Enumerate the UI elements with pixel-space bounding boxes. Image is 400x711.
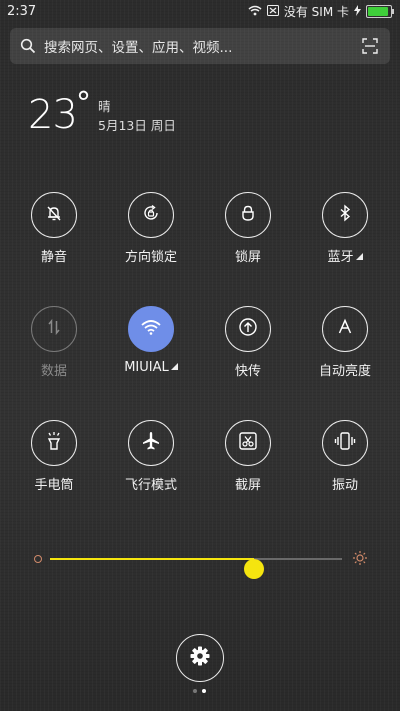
weather-widget[interactable]: 23 ° — [28, 86, 91, 138]
toggle-silent[interactable]: 静音 — [6, 192, 102, 265]
toggle-label: 手电筒 — [34, 478, 74, 493]
quick-transfer-icon — [237, 316, 259, 342]
page-dot-current — [202, 689, 206, 693]
search-icon — [20, 38, 36, 54]
temperature: 23 — [28, 92, 78, 138]
toggle-bluetooth[interactable]: 蓝牙 — [297, 192, 393, 265]
rotation-lock-icon — [141, 203, 161, 227]
search-bar[interactable]: 搜索网页、设置、应用、视频... — [10, 28, 390, 64]
screenshot-button[interactable] — [225, 420, 271, 466]
degree-symbol: ° — [76, 86, 91, 121]
brightness-fill — [50, 558, 255, 560]
auto-brightness-icon — [335, 317, 355, 341]
auto-brightness-button[interactable] — [322, 306, 368, 352]
rotation-lock-button[interactable] — [128, 192, 174, 238]
toggle-mobile-data[interactable]: 数据 — [6, 306, 102, 379]
vibrate-button[interactable] — [322, 420, 368, 466]
brightness-track[interactable] — [50, 558, 342, 579]
scan-icon[interactable] — [362, 38, 378, 58]
toggle-quick-transfer[interactable]: 快传 — [200, 306, 296, 379]
expand-corner-icon — [170, 363, 178, 370]
toggle-label: 锁屏 — [234, 250, 261, 265]
page-indicator — [193, 689, 206, 693]
toggle-label: 自动亮度 — [318, 364, 371, 379]
bluetooth-button[interactable] — [322, 192, 368, 238]
toggle-label: 飞行模式 — [124, 478, 177, 493]
screenshot-icon — [237, 430, 259, 456]
toggle-label: 振动 — [331, 478, 358, 493]
wifi-status-icon — [248, 5, 262, 19]
airplane-icon — [140, 430, 162, 456]
status-time: 2:37 — [7, 4, 37, 19]
toggle-label: 静音 — [40, 250, 67, 265]
charging-icon — [354, 4, 361, 19]
mobile-data-button[interactable] — [31, 306, 77, 352]
toggle-label: 蓝牙 — [297, 246, 393, 265]
page-dot — [193, 689, 197, 693]
weather-date: 5月13日 周日 — [98, 118, 176, 133]
battery-icon — [366, 5, 394, 18]
settings-button[interactable] — [176, 634, 224, 682]
weather-condition: 晴 — [98, 99, 111, 114]
toggle-vibrate[interactable]: 振动 — [297, 420, 393, 493]
brightness-thumb[interactable] — [244, 559, 265, 579]
search-placeholder: 搜索网页、设置、应用、视频... — [44, 40, 233, 56]
carrier-text: 没有 SIM 卡 — [283, 5, 349, 19]
flashlight-icon — [43, 430, 65, 456]
lock-icon — [238, 203, 258, 227]
wifi-button[interactable] — [128, 306, 174, 352]
quick-transfer-button[interactable] — [225, 306, 271, 352]
toggle-lock-screen[interactable]: 锁屏 — [200, 192, 296, 265]
toggle-auto-brightness[interactable]: 自动亮度 — [297, 306, 393, 379]
vibrate-icon — [333, 430, 357, 456]
silent-button[interactable] — [31, 192, 77, 238]
status-bar: 2:37 没有 SIM 卡 — [0, 0, 400, 24]
mobile-data-icon — [44, 317, 64, 341]
toggle-label: 方向锁定 — [124, 250, 177, 265]
brightness-high-icon — [352, 550, 368, 570]
bluetooth-icon — [335, 203, 355, 227]
lock-screen-button[interactable] — [225, 192, 271, 238]
wifi-label: MIUIAL — [124, 360, 169, 375]
toggle-screenshot[interactable]: 截屏 — [200, 420, 296, 493]
toggle-flashlight[interactable]: 手电筒 — [6, 420, 102, 493]
brightness-low-icon — [34, 555, 42, 563]
toggle-label: 数据 — [40, 364, 67, 379]
status-icons: 没有 SIM 卡 — [248, 3, 394, 20]
gear-icon — [189, 645, 211, 671]
no-sim-icon — [266, 4, 279, 19]
bluetooth-label: 蓝牙 — [327, 250, 354, 265]
toggle-airplane-mode[interactable]: 飞行模式 — [103, 420, 199, 493]
toggle-rotation-lock[interactable]: 方向锁定 — [103, 192, 199, 265]
toggle-label: 截屏 — [234, 478, 261, 493]
bell-off-icon — [44, 203, 64, 227]
toggle-label: 快传 — [234, 364, 261, 379]
toggle-label: MIUIAL — [103, 360, 199, 375]
flashlight-button[interactable] — [31, 420, 77, 466]
toggle-wifi[interactable]: MIUIAL — [103, 306, 199, 375]
airplane-mode-button[interactable] — [128, 420, 174, 466]
wifi-icon — [140, 318, 162, 340]
expand-corner-icon — [355, 253, 363, 260]
brightness-slider[interactable] — [30, 548, 370, 579]
